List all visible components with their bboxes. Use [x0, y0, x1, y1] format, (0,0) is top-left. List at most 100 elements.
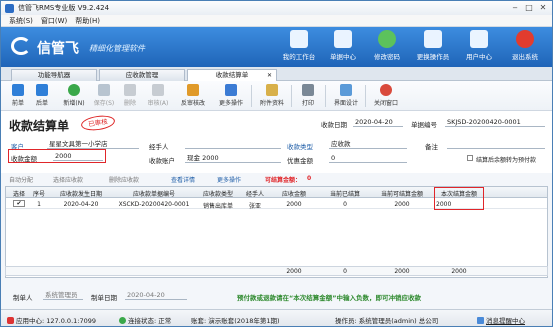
menu-window[interactable]: 窗口(W): [41, 16, 67, 26]
this-settle-highlight: [434, 187, 484, 210]
receipt-date-field[interactable]: 2020-04-20: [353, 118, 403, 127]
title-bar: 信管飞RMS专业版 V9.2.424 ‒ □ ✕: [1, 1, 552, 15]
connected-icon: [119, 317, 126, 324]
menu-bar: 系统(S) 窗口(W) 帮助(H): [1, 15, 552, 27]
nav-exit-system[interactable]: 退出系统: [505, 30, 545, 61]
col-settleable: 当前可结算金额: [380, 191, 423, 198]
account-label: 收款账户: [149, 157, 175, 165]
approve-icon: [152, 84, 164, 96]
maximize-button[interactable]: □: [523, 2, 535, 13]
tab-receivables[interactable]: 应收款管理: [99, 69, 185, 81]
close-window-button[interactable]: 关闭窗口: [369, 84, 403, 107]
nav-switch-operator[interactable]: 更换操作员: [413, 30, 453, 61]
customer-field[interactable]: 星星文具第一小学店: [47, 140, 139, 149]
make-date-field: 2020-04-20: [125, 291, 187, 300]
delete-receivable-button[interactable]: 删除应收款: [109, 175, 139, 184]
amount-field[interactable]: 2000: [53, 152, 103, 161]
tab-function-navigator[interactable]: 功能导航器: [11, 69, 97, 81]
col-select: 选择: [12, 191, 25, 198]
power-icon: [516, 30, 534, 48]
layout-icon: [340, 84, 352, 96]
logo-icon: [11, 37, 31, 55]
app-window: 信管飞RMS专业版 V9.2.424 ‒ □ ✕ 系统(S) 窗口(W) 帮助(…: [0, 0, 553, 327]
prev-doc-button[interactable]: 前单: [7, 84, 29, 107]
monitor-icon: [290, 30, 308, 48]
more-actions-icon: [225, 84, 237, 96]
receipt-form: 收款结算单 已审核 收款日期 2020-04-20 单据编号 SKJSD-202…: [1, 111, 552, 173]
handler-label: 经手人: [149, 143, 169, 151]
delete-button[interactable]: 删除: [119, 84, 141, 107]
row-checkbox[interactable]: ✔: [13, 200, 25, 207]
tab-close-icon[interactable]: ✕: [267, 70, 272, 81]
col-handler: 经手人: [245, 191, 264, 198]
col-date: 应收款发生日期: [59, 191, 102, 198]
col-receivable: 应收金额: [281, 191, 306, 198]
footer-settleable-total: 2000: [394, 268, 410, 275]
app-center-icon: [7, 317, 14, 324]
footer-receivable-total: 2000: [286, 268, 302, 275]
layout-design-button[interactable]: 界面设计: [329, 84, 363, 107]
toolbar-divider: [251, 85, 252, 107]
status-app-center: 应用中心: 127.0.0.1:7099: [7, 315, 96, 325]
doc-no-field[interactable]: SKJSD-20200420-0001: [445, 118, 545, 127]
more-detail-actions-button[interactable]: 更多操作: [217, 175, 241, 184]
header-banner: 信管飞 精细化管理软件 我的工作台 单据中心 修改密码 更换操作员 用户中心 退…: [1, 27, 552, 67]
view-details-button[interactable]: 查看详情: [171, 175, 195, 184]
menu-system[interactable]: 系统(S): [9, 16, 33, 26]
menu-help[interactable]: 帮助(H): [75, 16, 100, 26]
approve-button[interactable]: 审核(A): [143, 84, 173, 107]
receipt-type-field[interactable]: 应收款: [329, 140, 407, 149]
receivables-grid: 选择 序号 应收款发生日期 应收款单据编号 应收款类型 经手人 应收金额 当前已…: [5, 186, 548, 278]
account-field[interactable]: 现金 2000: [185, 154, 281, 163]
footer-settled-total: 0: [343, 268, 347, 275]
user-center-icon: [470, 30, 488, 48]
detail-toolbar: 自动分配 选择应收款 删除应收款 查看详情 更多操作 可结算金额： 0: [5, 173, 548, 185]
col-type: 应收款类型: [202, 191, 233, 198]
next-doc-button[interactable]: 后单: [31, 84, 53, 107]
select-receivable-button[interactable]: 选择应收款: [53, 175, 83, 184]
col-doc-no: 应收款单据编号: [132, 191, 175, 198]
settle-balance-label: 结算后余额转为预付款: [476, 157, 537, 164]
toolbar-divider: [291, 85, 292, 107]
unapprove-button[interactable]: 反审核改: [175, 84, 211, 107]
approved-stamp: 已审核: [80, 113, 116, 133]
print-button[interactable]: 打印: [295, 84, 321, 107]
nav-change-password[interactable]: 修改密码: [367, 30, 407, 61]
footer-this-settle-total: 2000: [451, 268, 467, 275]
slogan: 精细化管理软件: [89, 44, 145, 53]
nav-user-center[interactable]: 用户中心: [459, 30, 499, 61]
auto-allocate-button[interactable]: 自动分配: [9, 175, 33, 184]
minimize-button[interactable]: ‒: [509, 2, 521, 13]
nav-workbench[interactable]: 我的工作台: [279, 30, 319, 61]
message-center-button[interactable]: 消息提醒中心: [477, 315, 525, 325]
settleable-amount-value: 0: [307, 175, 312, 182]
handler-field[interactable]: [185, 140, 281, 149]
more-actions-button[interactable]: 更多操作: [213, 84, 249, 107]
unapprove-icon: [187, 84, 199, 96]
status-ledger: 账套: 演示账套(2018年第1期): [191, 317, 280, 325]
receipt-type-label: 收款类型: [287, 143, 313, 151]
arrow-left-icon: [12, 84, 24, 96]
settleable-amount-label: 可结算金额：: [265, 177, 302, 184]
new-button[interactable]: 新增(N): [59, 84, 89, 107]
app-icon: [5, 3, 14, 13]
logo-text: 信管飞: [37, 41, 79, 57]
close-button[interactable]: ✕: [537, 2, 549, 13]
user-switch-icon: [424, 30, 442, 48]
discount-field[interactable]: 0: [329, 154, 407, 163]
plus-icon: [68, 84, 80, 96]
nav-document-center[interactable]: 单据中心: [323, 30, 363, 61]
toolbar-divider: [325, 85, 326, 107]
attachment-icon: [266, 84, 278, 96]
bottom-info: 制单人 系统管理员 制单日期 2020-04-20 预付款或退款请在“本次结算金…: [1, 283, 552, 309]
save-icon: [98, 84, 110, 96]
save-button[interactable]: 保存(S): [89, 84, 119, 107]
doc-no-label: 单据编号: [411, 121, 437, 129]
attachments-button[interactable]: 附件资料: [255, 84, 289, 107]
remark-field[interactable]: [447, 140, 545, 149]
settle-balance-checkbox[interactable]: [467, 155, 473, 161]
close-circle-icon: [380, 84, 392, 96]
page-title: 收款结算单: [9, 119, 70, 133]
toolbar-divider: [365, 85, 366, 107]
grid-footer: 2000 0 2000 2000: [5, 266, 548, 276]
